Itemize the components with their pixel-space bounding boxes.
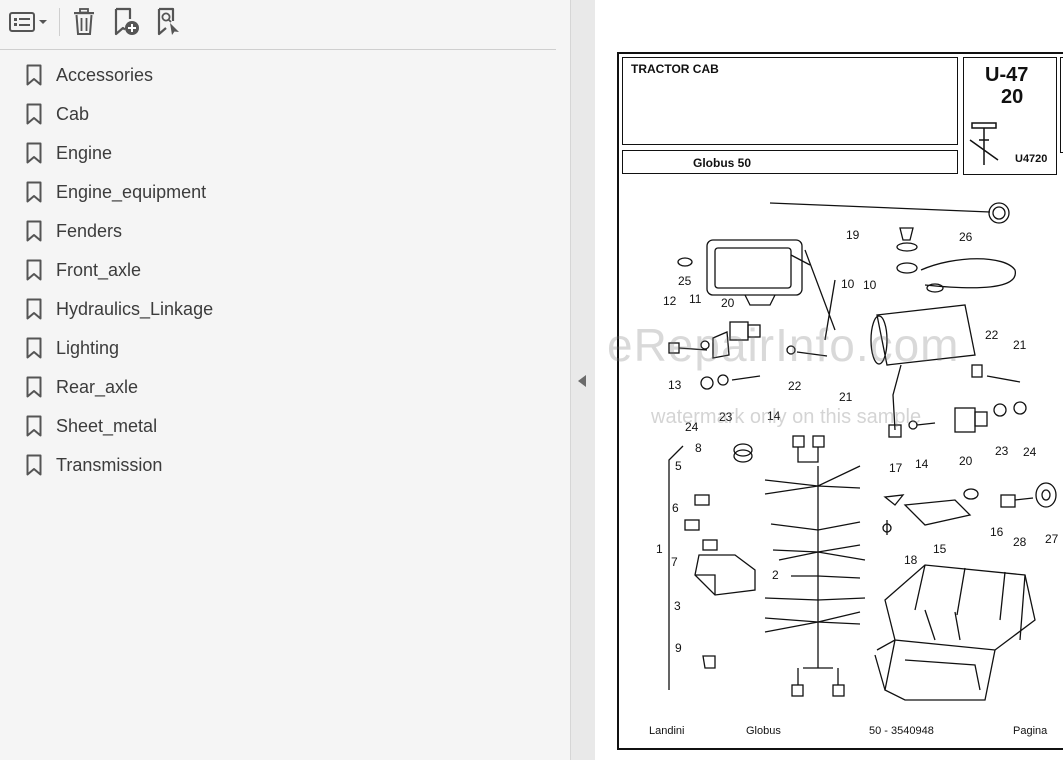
bookmark-list: Accessories Cab Engine Engine_equipment … [0,56,556,485]
callout-label: 3 [674,599,681,613]
callout-label: 21 [1013,338,1027,352]
bookmark-label: Engine [56,143,113,163]
footer-brand: Landini [649,725,685,737]
callout-label: 9 [675,641,682,655]
bookmark-label: Lighting [56,338,120,358]
callout-label: 20 [959,454,973,468]
bookmark-icon [26,376,42,398]
new-bookmark-button[interactable] [108,5,144,39]
callout-label: 17 [889,461,903,475]
section-symbol-icon [969,122,999,165]
bookmark-label: Hydraulics_Linkage [56,299,214,319]
callout-label: 19 [846,228,860,242]
callout-label: 13 [668,378,682,392]
callout-label: 23 [995,444,1009,458]
callout-label: 22 [985,328,999,342]
bookmark-accessories[interactable]: Accessories [0,56,556,95]
callout-label: 11 [689,292,702,306]
bookmark-sheet-metal[interactable]: Sheet_metal [0,407,556,446]
callout-label: 12 [663,294,677,308]
callout-label: 16 [990,525,1004,539]
bookmark-fenders[interactable]: Fenders [0,212,556,251]
collapse-panel-button[interactable] [571,0,595,760]
callout-label: 22 [788,379,802,393]
bookmarks-panel: Accessories Cab Engine Engine_equipment … [0,0,571,760]
bookmark-label: Engine_equipment [56,182,207,202]
bookmark-icon [26,64,42,86]
callout-label: 26 [959,230,973,244]
callout-label: 10 [841,277,855,291]
bookmark-label: Accessories [56,65,154,85]
bookmark-icon [26,142,42,164]
document-view[interactable]: TRACTOR CAB Globus 50 U-47 20 U4720 26 1… [595,0,1063,760]
bookmark-search-icon [157,7,179,36]
bookmark-label: Cab [56,104,90,124]
callout-label: 24 [1023,445,1037,459]
bookmark-icon [26,181,42,203]
bookmark-icon [26,337,42,359]
callout-label: 15 [933,542,947,556]
chevron-left-icon [578,375,586,387]
find-bookmark-button[interactable] [152,5,184,39]
bookmark-label: Front_axle [56,260,142,280]
bookmark-engine[interactable]: Engine [0,134,556,173]
bookmarks-toolbar [0,0,556,50]
bookmark-icon [26,259,42,281]
options-button[interactable] [6,5,50,39]
delete-bookmark-button[interactable] [68,5,100,39]
bookmark-label: Rear_axle [56,377,139,397]
callout-label: 27 [1045,532,1059,546]
footer-page-label: Pagina [1013,725,1048,737]
callout-label: 7 [671,555,678,569]
bookmark-hydraulics-linkage[interactable]: Hydraulics_Linkage [0,290,556,329]
bookmark-front-axle[interactable]: Front_axle [0,251,556,290]
callout-label: 1 [656,542,663,556]
bookmark-label: Fenders [56,221,123,241]
callout-label: 20 [721,296,735,310]
toolbar-divider [59,8,60,36]
callout-label: 28 [1013,535,1027,549]
footer-series: Globus [746,725,781,737]
callout-label: 10 [863,278,877,292]
bookmark-transmission[interactable]: Transmission [0,446,556,485]
callout-labels: 26 19 25 10 10 12 11 20 22 21 13 22 21 2… [656,228,1059,655]
callout-label: 6 [672,501,679,515]
callout-label: 8 [695,441,702,455]
callout-label: 21 [839,390,853,404]
bookmark-engine-equipment[interactable]: Engine_equipment [0,173,556,212]
bookmark-icon [26,220,42,242]
bookmark-label: Sheet_metal [56,416,158,436]
exploded-parts-diagram: 26 19 25 10 10 12 11 20 22 21 13 22 21 2… [656,122,1059,701]
callout-label: 25 [678,274,692,288]
trash-icon [74,8,94,35]
watermark-subtext: watermark only on this sample [651,406,922,428]
bookmark-label: Transmission [56,455,163,475]
callout-label: 14 [915,457,929,471]
bookmark-icon [26,298,42,320]
bookmark-rear-axle[interactable]: Rear_axle [0,368,556,407]
bookmark-icon [26,103,42,125]
callout-label: 5 [675,459,682,473]
watermark: eRepairInfo.com [607,319,960,371]
bookmark-icon [26,415,42,437]
bookmark-lighting[interactable]: Lighting [0,329,556,368]
bookmark-add-icon [114,7,139,36]
callout-label: 18 [904,553,918,567]
bookmark-icon [26,454,42,476]
callout-label: 2 [772,568,779,582]
bookmark-cab[interactable]: Cab [0,95,556,134]
footer-part-number: 50 - 3540948 [869,725,934,737]
list-options-icon [9,12,47,32]
